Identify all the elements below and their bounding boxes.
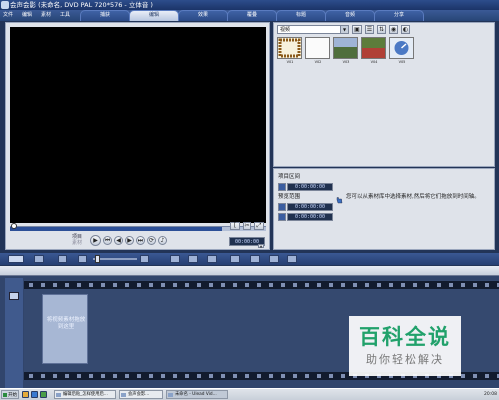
watermark-title: 百科全说	[359, 325, 451, 349]
repeat-icon[interactable]: ⟳	[147, 236, 156, 245]
taskbar: 开始 编辑后贴_怎样使用后... 会声会影... 未命名 - Ulead Vid…	[0, 388, 499, 400]
video-track-icon	[9, 292, 19, 300]
app-logo-icon	[1, 1, 9, 9]
tab-overlay[interactable]: 覆叠	[227, 10, 277, 21]
library-manager-icon[interactable]: ☰	[365, 25, 374, 34]
library-thumb-4-label: V04	[370, 60, 378, 64]
range-end-timecode[interactable]: 0:00:00:00	[287, 213, 333, 221]
zoom-slider[interactable]	[93, 255, 137, 263]
timeline-ruler[interactable]	[0, 266, 499, 276]
storyboard-view-icon[interactable]	[8, 255, 24, 263]
library-thumb-5-label: V05	[398, 60, 406, 64]
timecode-spin-icon[interactable]: ▲	[258, 244, 264, 248]
gauge-icon	[394, 41, 409, 55]
library-category-value: 视频	[280, 27, 291, 33]
record-icon[interactable]	[188, 255, 198, 263]
zoom-out-icon[interactable]	[78, 255, 87, 263]
cut-clip-icon[interactable]: ✂	[243, 222, 251, 230]
range-start-icon	[278, 203, 286, 211]
undo-icon[interactable]	[250, 255, 260, 263]
menu-tools[interactable]: 工具	[60, 12, 70, 19]
library-category-select[interactable]: 视频 ▼	[277, 25, 349, 34]
library-thumb-1-label: V01	[286, 60, 294, 64]
sort-icon[interactable]: ⇅	[377, 25, 386, 34]
watermark: 百科全说 助你轻松解决	[349, 316, 461, 376]
trim-bar[interactable]	[10, 223, 266, 231]
timeline-toolbar	[0, 253, 499, 265]
taskbar-item-editor[interactable]: 会声会影...	[119, 390, 163, 399]
clock: 20:08	[484, 392, 497, 397]
mix-icon[interactable]	[207, 255, 217, 263]
home-icon[interactable]: ⏮	[103, 236, 112, 245]
track-manager-icon[interactable]	[230, 255, 240, 263]
library-thumb-1[interactable]	[277, 37, 302, 59]
zoom-in-icon[interactable]	[140, 255, 149, 263]
library-thumb-4[interactable]	[361, 37, 386, 59]
clock-icon	[278, 183, 286, 191]
redo-icon[interactable]	[269, 255, 279, 263]
video-track-header	[5, 278, 23, 388]
film-strip-icon	[278, 38, 301, 58]
import-folder-icon[interactable]: ▣	[352, 25, 362, 34]
tab-share[interactable]: 分享	[374, 10, 424, 21]
audio-view-icon[interactable]	[58, 255, 67, 263]
tab-effects[interactable]: 效果	[178, 10, 228, 21]
drop-hint-text: 将视频素材拖放到这里	[46, 317, 86, 330]
chapter-icon[interactable]	[287, 255, 297, 263]
preview-screen	[10, 27, 266, 223]
next-frame-icon[interactable]: ▶	[125, 236, 134, 245]
preview-panel: [ ✂ ⤢ 项目 素材 ▶ ⏮ ◀ ▶ ⏭ ⟳ ♪ 00:00:00 ▲	[5, 22, 270, 250]
window-title: 会声会影 (未命名, DVD PAL 720*576 - 立体音 )	[10, 1, 153, 9]
menu-clip[interactable]: 素材	[41, 12, 51, 19]
hand-pointer-icon	[336, 197, 343, 204]
taskbar-item-browser[interactable]: 编辑后贴_怎样使用后...	[54, 390, 116, 399]
menu-edit[interactable]: 编辑	[22, 12, 32, 19]
enlarge-icon[interactable]: ⤢	[254, 222, 264, 230]
tab-edit[interactable]: 编辑	[129, 10, 179, 21]
library-thumb-3-label: V03	[342, 60, 350, 64]
clip-drop-slot[interactable]: 将视频素材拖放到这里	[42, 294, 88, 364]
duration-timecode[interactable]: 0:00:00:00	[287, 183, 333, 191]
scrubber-handle[interactable]	[11, 223, 17, 229]
end-icon[interactable]: ⏭	[136, 236, 145, 245]
library-panel: 视频 ▼ ▣ ☰ ⇅ ◉ ◐ V01 V02 V03 V04 V05	[273, 22, 495, 167]
library-thumb-3[interactable]	[333, 37, 358, 59]
app-window: 会声会影 (未命名, DVD PAL 720*576 - 立体音 ) 文件 编辑…	[0, 0, 499, 400]
range-end-icon	[278, 213, 286, 221]
menu-file[interactable]: 文件	[3, 12, 13, 19]
clip-mode-label[interactable]: 素材	[66, 240, 88, 246]
smart-render-icon[interactable]	[170, 255, 180, 263]
trim-range	[10, 227, 222, 231]
library-thumb-2[interactable]	[305, 37, 330, 59]
range-start-timecode[interactable]: 0:00:00:00	[287, 203, 333, 211]
duration-label: 项目区间	[278, 174, 301, 180]
mode-switch[interactable]: 项目 素材	[66, 234, 88, 246]
drag-hint-text: 您可以从素材库中选择素材,然后将它们拖放到时间轴。	[346, 194, 480, 200]
quicklaunch-browser-icon[interactable]	[31, 391, 38, 398]
tab-capture[interactable]: 捕获	[80, 10, 130, 21]
timeline-view-icon[interactable]	[34, 255, 44, 263]
play-icon[interactable]: ▶	[90, 235, 101, 246]
quicklaunch-icon[interactable]	[22, 391, 29, 398]
taskbar-item-ulead[interactable]: 未命名 - Ulead Vid...	[166, 390, 228, 399]
chevron-down-icon: ▼	[340, 26, 348, 33]
watermark-subtitle: 助你轻松解决	[366, 353, 444, 366]
volume-icon[interactable]: ♪	[158, 236, 167, 245]
options-panel: 项目区间 0:00:00:00 预览范围 0:00:00:00 0:00:00:…	[273, 168, 495, 250]
preview-range-label: 预览范围	[278, 194, 301, 200]
quicklaunch-media-icon[interactable]	[40, 391, 47, 398]
previous-frame-icon[interactable]: ◀	[114, 236, 123, 245]
start-button[interactable]: 开始	[1, 390, 19, 399]
tab-title[interactable]: 标题	[276, 10, 326, 21]
capture-icon[interactable]: ◉	[389, 25, 398, 34]
tab-audio[interactable]: 音频	[325, 10, 375, 21]
library-thumb-2-label: V02	[314, 60, 322, 64]
zoom-slider-knob[interactable]	[95, 255, 100, 263]
show-hide-icon[interactable]: ◐	[401, 25, 410, 34]
sprocket-strip-top	[24, 281, 499, 289]
mark-in-icon[interactable]: [	[230, 222, 240, 230]
library-thumb-5[interactable]	[389, 37, 414, 59]
title-bar: 会声会影 (未命名, DVD PAL 720*576 - 立体音 )	[0, 0, 499, 10]
